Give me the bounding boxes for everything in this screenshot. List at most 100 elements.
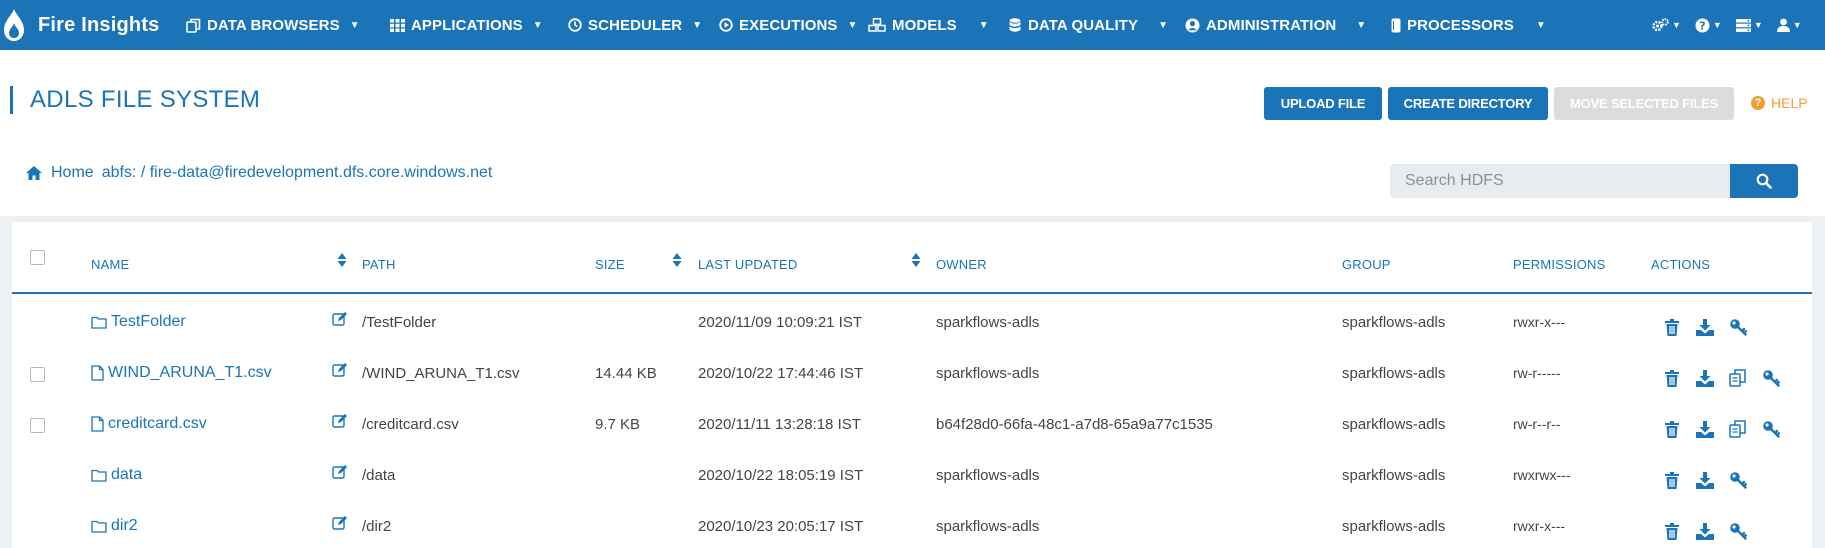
copy-icon: [186, 18, 201, 33]
table-row: dir2/dir2 2020/10/23 20:05:17 IST sparkflo…: [12, 506, 1812, 548]
item-owner: sparkflows-adls: [936, 314, 1040, 331]
caret-down-icon: ▼: [1753, 20, 1763, 30]
nav-label: EXECUTIONS: [739, 16, 838, 34]
caret-down-icon: ▼: [1158, 19, 1169, 31]
caret-down-icon: ▼: [349, 19, 360, 31]
nav-label: ADMINISTRATION: [1206, 16, 1337, 34]
nav-executions[interactable]: EXECUTIONS ▼: [718, 0, 858, 50]
user-menu[interactable]: ▼: [1776, 18, 1802, 32]
folder-icon: [91, 316, 107, 329]
key-icon[interactable]: [1761, 419, 1781, 439]
item-permissions: rwxrwx---: [1513, 467, 1571, 483]
breadcrumb-path[interactable]: abfs: / fire-data@firedevelopment.dfs.co…: [102, 164, 493, 182]
sort-icon[interactable]: [911, 252, 921, 268]
folder-link[interactable]: data: [91, 466, 142, 484]
delete-icon[interactable]: [1662, 470, 1682, 490]
edit-icon[interactable]: [332, 311, 348, 327]
item-owner: sparkflows-adls: [936, 467, 1040, 484]
item-path: /creditcard.csv: [362, 416, 459, 433]
help-menu[interactable]: ? ▼: [1695, 18, 1722, 33]
row-checkbox[interactable]: [30, 418, 45, 433]
edit-icon[interactable]: [332, 515, 348, 531]
item-permissions: rwxr-x---: [1513, 314, 1566, 330]
copy-icon[interactable]: [1728, 368, 1748, 388]
nav-applications[interactable]: APPLICATIONS ▼: [390, 0, 543, 50]
col-last-updated[interactable]: LAST UPDATED: [698, 257, 797, 272]
item-last-updated: 2020/11/11 13:28:18 IST: [698, 416, 861, 433]
download-icon[interactable]: [1695, 317, 1715, 337]
sort-icon[interactable]: [672, 252, 682, 268]
download-icon[interactable]: [1695, 419, 1715, 439]
folder-link[interactable]: dir2: [91, 517, 138, 535]
page-title: ADLS FILE SYSTEM: [30, 86, 261, 113]
edit-icon[interactable]: [332, 362, 348, 378]
item-path: /TestFolder: [362, 314, 437, 331]
user-circle-icon: [1185, 18, 1200, 33]
nav-data-quality[interactable]: DATA QUALITY ▼: [1007, 0, 1168, 50]
help-link[interactable]: ? HELP: [1751, 95, 1808, 111]
search-button[interactable]: [1730, 164, 1798, 198]
table-row: creditcard.csv/creditcard.csv 9.7 KB 2020/…: [12, 404, 1812, 455]
delete-icon[interactable]: [1662, 521, 1682, 541]
svg-text:?: ?: [1699, 19, 1705, 32]
home-icon[interactable]: [25, 165, 43, 181]
item-group: sparkflows-adls: [1342, 467, 1446, 484]
user-icon: [1776, 18, 1790, 32]
item-last-updated: 2020/10/23 20:05:17 IST: [698, 518, 864, 535]
caret-down-icon: ▼: [1792, 20, 1802, 30]
move-selected-files-button[interactable]: MOVE SELECTED FILES: [1554, 87, 1734, 120]
sort-icon[interactable]: [337, 252, 347, 268]
col-path[interactable]: PATH: [362, 257, 396, 272]
col-owner[interactable]: OWNER: [936, 257, 987, 272]
file-link[interactable]: creditcard.csv: [91, 415, 207, 433]
download-icon[interactable]: [1695, 521, 1715, 541]
row-checkbox[interactable]: [30, 367, 45, 382]
delete-icon[interactable]: [1662, 317, 1682, 337]
nav-data-browsers[interactable]: DATA BROWSERS ▼: [186, 0, 360, 50]
server-menu[interactable]: ▼: [1735, 18, 1763, 32]
folder-icon: [91, 469, 107, 482]
nav-label: DATA QUALITY: [1028, 16, 1139, 34]
create-directory-button[interactable]: CREATE DIRECTORY: [1388, 87, 1548, 120]
nav-administration[interactable]: ADMINISTRATION ▼: [1185, 0, 1366, 50]
nav-models[interactable]: MODELS ▼: [868, 0, 989, 50]
delete-icon[interactable]: [1662, 368, 1682, 388]
key-icon[interactable]: [1728, 470, 1748, 490]
table-row: WIND_ARUNA_T1.csv/WIND_ARUNA_T1.csv 14.44…: [12, 353, 1812, 404]
download-icon[interactable]: [1695, 470, 1715, 490]
col-permissions[interactable]: PERMISSIONS: [1513, 257, 1606, 272]
nav-scheduler[interactable]: SCHEDULER ▼: [567, 0, 702, 50]
nav-label: PROCESSORS: [1407, 16, 1514, 34]
download-icon[interactable]: [1695, 368, 1715, 388]
top-navbar: Fire Insights DATA BROWSERS ▼ APPLICATIO…: [0, 0, 1825, 50]
col-actions: ACTIONS: [1651, 257, 1711, 272]
play-circle-icon: [718, 18, 733, 33]
col-size[interactable]: SIZE: [595, 257, 625, 272]
item-path: /dir2: [362, 518, 392, 535]
caret-down-icon: ▼: [692, 19, 703, 31]
search-input[interactable]: [1390, 164, 1730, 198]
file-link[interactable]: WIND_ARUNA_T1.csv: [91, 364, 272, 382]
item-last-updated: 2020/10/22 18:05:19 IST: [698, 467, 864, 484]
edit-icon[interactable]: [332, 413, 348, 429]
copy-icon[interactable]: [1728, 419, 1748, 439]
col-group[interactable]: GROUP: [1342, 257, 1391, 272]
item-name: creditcard.csv: [108, 415, 207, 432]
key-icon[interactable]: [1761, 368, 1781, 388]
select-all-checkbox[interactable]: [30, 250, 45, 265]
brand[interactable]: Fire Insights: [0, 0, 160, 50]
breadcrumb-home[interactable]: Home: [51, 164, 94, 182]
col-name[interactable]: NAME: [91, 257, 129, 272]
key-icon[interactable]: [1728, 521, 1748, 541]
item-name: WIND_ARUNA_T1.csv: [108, 364, 272, 381]
upload-file-button[interactable]: UPLOAD FILE: [1264, 87, 1382, 120]
nav-processors[interactable]: PROCESSORS ▼: [1391, 0, 1546, 50]
folder-link[interactable]: TestFolder: [91, 313, 186, 331]
delete-icon[interactable]: [1662, 419, 1682, 439]
settings-menu[interactable]: ▼: [1652, 18, 1681, 32]
server-icon: [1735, 18, 1751, 32]
item-permissions: rwxr-x---: [1513, 518, 1566, 534]
edit-icon[interactable]: [332, 464, 348, 480]
key-icon[interactable]: [1728, 317, 1748, 337]
nav-label: MODELS: [892, 16, 957, 34]
